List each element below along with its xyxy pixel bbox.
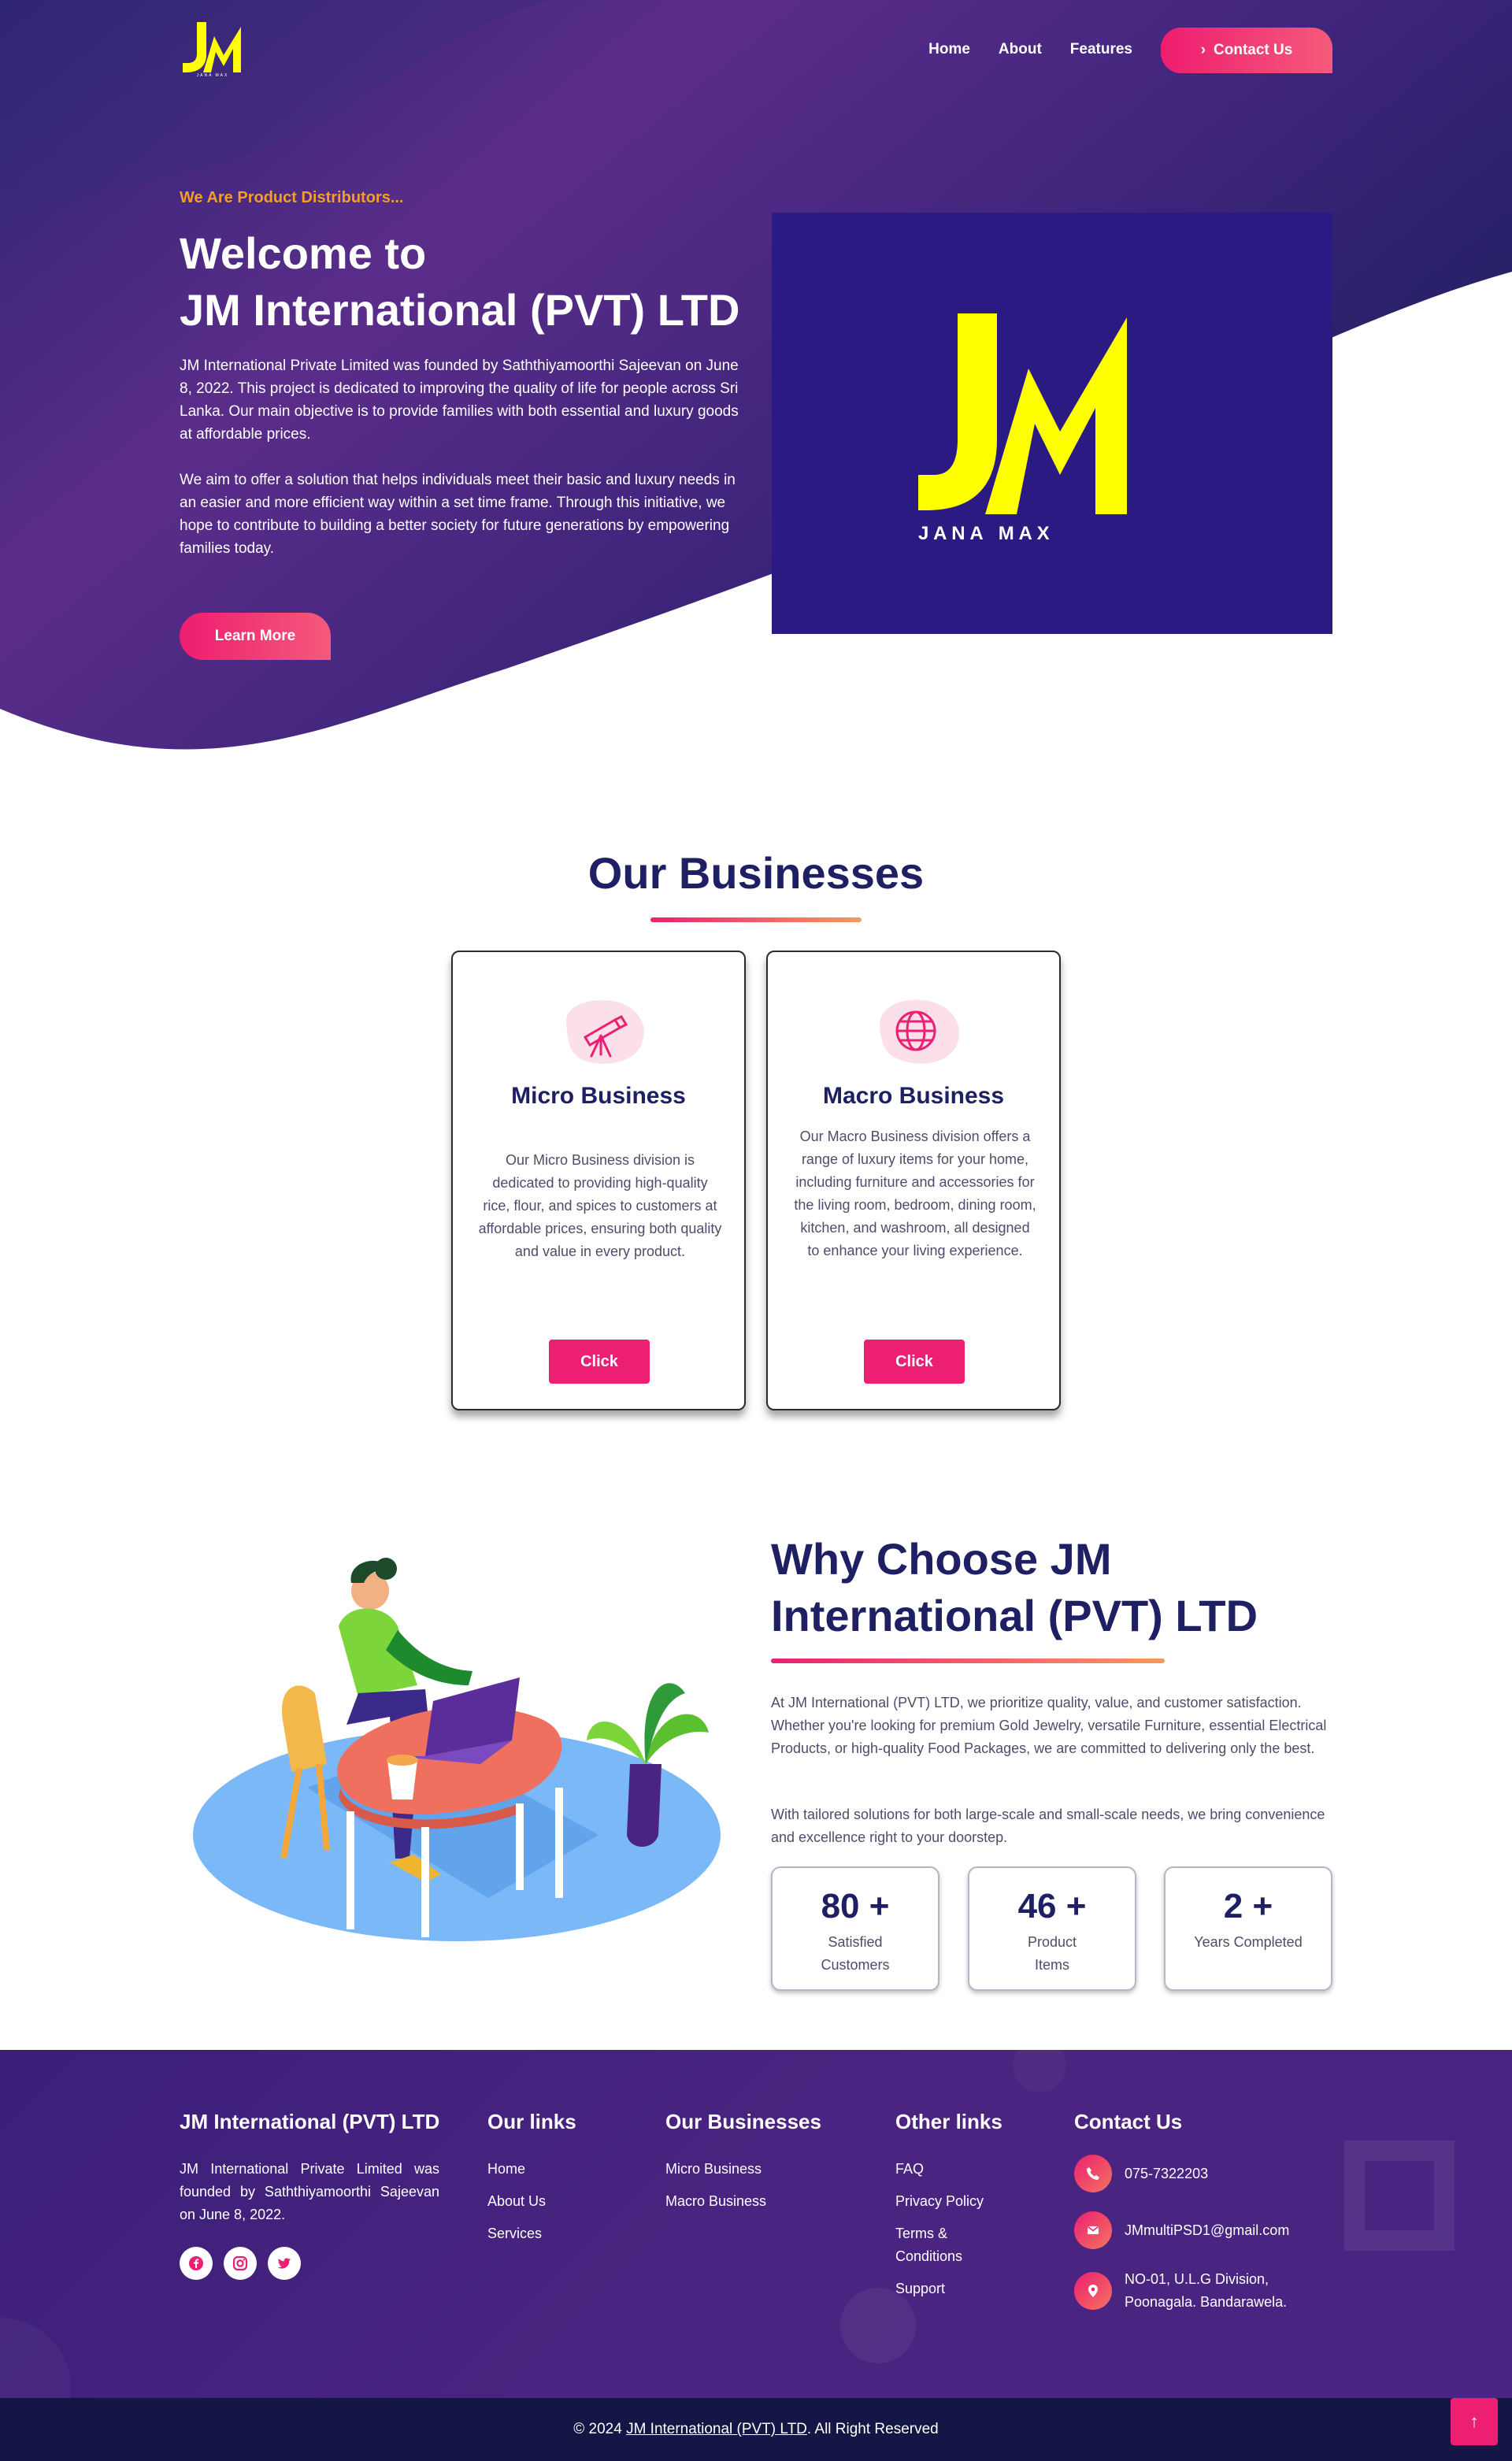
contact-us-label: Contact Us: [1214, 42, 1293, 58]
copyright-bar: © 2024 JM International (PVT) LTD. All R…: [0, 2398, 1512, 2461]
footer-contact-title: Contact Us: [1074, 2110, 1183, 2133]
why-title-underline: [771, 1659, 1165, 1663]
logo-subtitle: J A N A M A X: [918, 523, 1050, 542]
footer-link-macro-business[interactable]: Macro Business: [665, 2190, 821, 2213]
stat-satisfied-customers: 80 + Satisfied Customers: [771, 1866, 939, 1991]
footer-other-column: Other links FAQ Privacy Policy Terms & C…: [895, 2110, 1021, 2310]
footer-link-support[interactable]: Support: [895, 2278, 1021, 2300]
why-title-line1: Why Choose JM: [771, 1534, 1112, 1584]
copyright-suffix: . All Right Reserved: [806, 2421, 939, 2437]
contact-email-text: JMmultiPSD1@gmail.com: [1125, 2222, 1290, 2238]
stat-label: Satisfied Customers: [821, 1934, 890, 1973]
footer-businesses-column: Our Businesses Micro Business Macro Busi…: [665, 2110, 821, 2222]
micro-business-title: Micro Business: [511, 1083, 686, 1109]
nav-links: Home About Features: [928, 41, 1132, 58]
macro-business-title: Macro Business: [822, 1083, 1005, 1109]
why-title-line2: International (PVT) LTD: [771, 1591, 1258, 1640]
macro-business-text: Our Macro Business division offers a ran…: [794, 1129, 1036, 1258]
top-navbar: JANA MAX Home About Features › Contact U…: [0, 0, 1512, 95]
contact-phone-text: 075-7322203: [1125, 2165, 1209, 2181]
mail-icon: [1074, 2211, 1112, 2249]
footer-businesses-title: Our Businesses: [665, 2110, 821, 2133]
contact-phone[interactable]: 075-7322203: [1074, 2155, 1289, 2192]
footer-company-text: JM International Private Limited was fou…: [180, 2161, 439, 2222]
hero-title-line2: JM International (PVT) LTD: [180, 285, 740, 335]
brand-logo[interactable]: JANA MAX: [180, 20, 246, 77]
nav-about-link[interactable]: About: [999, 41, 1042, 58]
hero-logo-panel: J A N A M A X: [772, 213, 1332, 634]
hero-kicker: We Are Product Distributors...: [180, 189, 404, 206]
chevron-right-icon: ›: [1200, 42, 1206, 58]
macro-business-click-button[interactable]: Click: [864, 1340, 965, 1384]
contact-address-text: NO-01, U.L.G Division, Poonagala. Bandar…: [1125, 2268, 1287, 2314]
micro-business-click-button[interactable]: Click: [549, 1340, 650, 1384]
arrow-up-icon: ↑: [1469, 2411, 1479, 2431]
macro-business-card: Macro Business Our Macro Business divisi…: [766, 951, 1061, 1410]
site-footer: JM International (PVT) LTD JM Internatio…: [0, 2050, 1512, 2398]
footer-link-faq[interactable]: FAQ: [895, 2158, 1021, 2181]
stat-value: 2 +: [1223, 1887, 1273, 1925]
businesses-title: Our Businesses: [587, 848, 925, 898]
footer-links-title: Our links: [487, 2110, 576, 2133]
footer-company-column: JM International (PVT) LTD JM Internatio…: [180, 2110, 439, 2280]
stat-label: Years Completed: [1194, 1934, 1303, 1950]
hero-section: JANA MAX Home About Features › Contact U…: [0, 0, 1512, 780]
address-line-2: Poonagala. Bandarawela.: [1125, 2294, 1288, 2310]
svg-text:JANA MAX: JANA MAX: [197, 73, 229, 77]
hero-paragraph-2: We aim to offer a solution that helps in…: [180, 472, 736, 557]
copyright-company-link[interactable]: JM International (PVT) LTD: [626, 2421, 807, 2438]
hero-title: Welcome to JM International (PVT) LTD: [180, 225, 762, 339]
telescope-icon: [565, 1000, 644, 1064]
instagram-icon[interactable]: [224, 2247, 257, 2280]
location-pin-icon: [1074, 2272, 1112, 2310]
contact-address: NO-01, U.L.G Division, Poonagala. Bandar…: [1074, 2268, 1289, 2314]
back-to-top-button[interactable]: ↑: [1451, 2398, 1498, 2445]
social-links: [180, 2247, 439, 2280]
hero-title-line1: Welcome to: [180, 228, 427, 278]
hero-paragraph-1: JM International Private Limited was fou…: [180, 358, 739, 443]
stat-product-items: 46 + Product Items: [968, 1866, 1136, 1991]
footer-link-terms[interactable]: Terms & Conditions: [895, 2222, 982, 2268]
contact-us-button[interactable]: › Contact Us: [1161, 28, 1332, 73]
office-worker-illustration: [193, 1558, 721, 1941]
stat-value: 80 +: [821, 1887, 890, 1925]
footer-links-column: Our links Home About Us Services: [487, 2110, 576, 2255]
hero-description: JM International Private Limited was fou…: [180, 354, 740, 560]
footer-link-micro-business[interactable]: Micro Business: [665, 2158, 821, 2181]
footer-contact-column: Contact Us 075-7322203 JMmultiPSD1@gmail…: [1074, 2110, 1289, 2333]
why-paragraph-1: At JM International (PVT) LTD, we priori…: [771, 1695, 1327, 1756]
micro-business-card: Micro Business Our Micro Business divisi…: [451, 951, 746, 1410]
globe-icon: [879, 999, 959, 1064]
stat-value: 46 +: [1017, 1887, 1087, 1925]
why-choose-title: Why Choose JM International (PVT) LTD: [771, 1531, 1338, 1644]
twitter-icon[interactable]: [268, 2247, 301, 2280]
why-paragraph-2: With tailored solutions for both large-s…: [771, 1807, 1325, 1845]
footer-link-about-us[interactable]: About Us: [487, 2190, 576, 2213]
contact-email[interactable]: JMmultiPSD1@gmail.com: [1074, 2211, 1289, 2249]
footer-link-home[interactable]: Home: [487, 2158, 576, 2181]
stat-years-completed: 2 + Years Completed: [1164, 1866, 1332, 1991]
businesses-title-underline: [650, 917, 862, 922]
nav-home-link[interactable]: Home: [928, 41, 970, 58]
footer-link-privacy-policy[interactable]: Privacy Policy: [895, 2190, 1021, 2213]
phone-icon: [1074, 2155, 1112, 2192]
facebook-icon[interactable]: [180, 2247, 213, 2280]
nav-features-link[interactable]: Features: [1070, 41, 1132, 58]
address-line-1: NO-01, U.L.G Division,: [1125, 2271, 1269, 2287]
footer-link-services[interactable]: Services: [487, 2222, 576, 2245]
jana-max-logo: J A N A M A X: [918, 313, 1127, 542]
learn-more-button[interactable]: Learn More: [180, 613, 331, 660]
micro-business-text: Our Micro Business division is dedicated…: [478, 1152, 722, 1259]
stat-label: Product Items: [1027, 1934, 1077, 1973]
footer-company-title: JM International (PVT) LTD: [180, 2110, 440, 2133]
copyright-prefix: © 2024: [573, 2421, 622, 2437]
footer-other-title: Other links: [895, 2110, 1002, 2133]
